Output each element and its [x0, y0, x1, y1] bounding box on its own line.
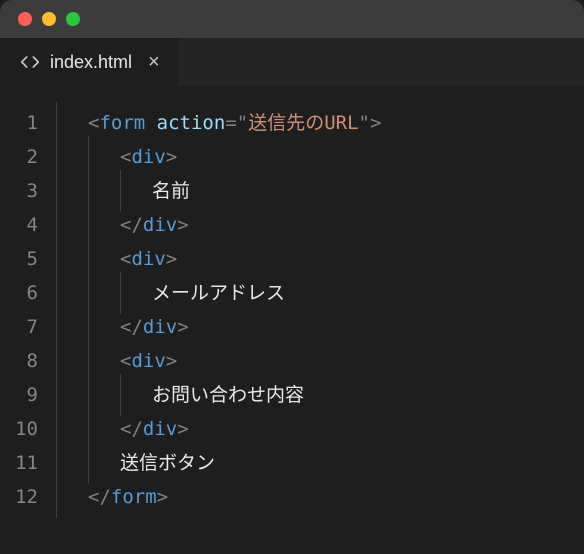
line-number: 8	[0, 344, 38, 378]
code-line: </div>	[56, 310, 584, 344]
line-number: 3	[0, 174, 38, 208]
minimize-window-button[interactable]	[42, 12, 56, 26]
code-line: お問い合わせ内容	[56, 378, 584, 412]
line-number: 2	[0, 140, 38, 174]
code-area[interactable]: <form action="送信先のURL"> <div> 名前 </div> …	[56, 106, 584, 554]
window-titlebar	[0, 0, 584, 38]
line-number: 10	[0, 412, 38, 446]
line-number: 6	[0, 276, 38, 310]
code-line: </div>	[56, 412, 584, 446]
line-number: 1	[0, 106, 38, 140]
code-line: 送信ボタン	[56, 446, 584, 480]
maximize-window-button[interactable]	[66, 12, 80, 26]
tab-index-html[interactable]: index.html ×	[0, 38, 178, 86]
line-number: 7	[0, 310, 38, 344]
tab-bar: index.html ×	[0, 38, 584, 86]
line-number-gutter: 1 2 3 4 5 6 7 8 9 10 11 12	[0, 106, 56, 554]
line-number: 4	[0, 208, 38, 242]
code-line: <div>	[56, 140, 584, 174]
code-line: <form action="送信先のURL">	[56, 106, 584, 140]
close-window-button[interactable]	[18, 12, 32, 26]
code-line: メールアドレス	[56, 276, 584, 310]
line-number: 12	[0, 480, 38, 514]
line-number: 9	[0, 378, 38, 412]
code-line: <div>	[56, 344, 584, 378]
line-number: 11	[0, 446, 38, 480]
editor[interactable]: 1 2 3 4 5 6 7 8 9 10 11 12 <form action=…	[0, 86, 584, 554]
line-number: 5	[0, 242, 38, 276]
code-line: </form>	[56, 480, 584, 514]
code-line: <div>	[56, 242, 584, 276]
code-file-icon	[20, 52, 40, 72]
close-tab-icon[interactable]: ×	[148, 51, 160, 74]
tab-filename: index.html	[50, 52, 132, 73]
code-line: </div>	[56, 208, 584, 242]
code-line: 名前	[56, 174, 584, 208]
